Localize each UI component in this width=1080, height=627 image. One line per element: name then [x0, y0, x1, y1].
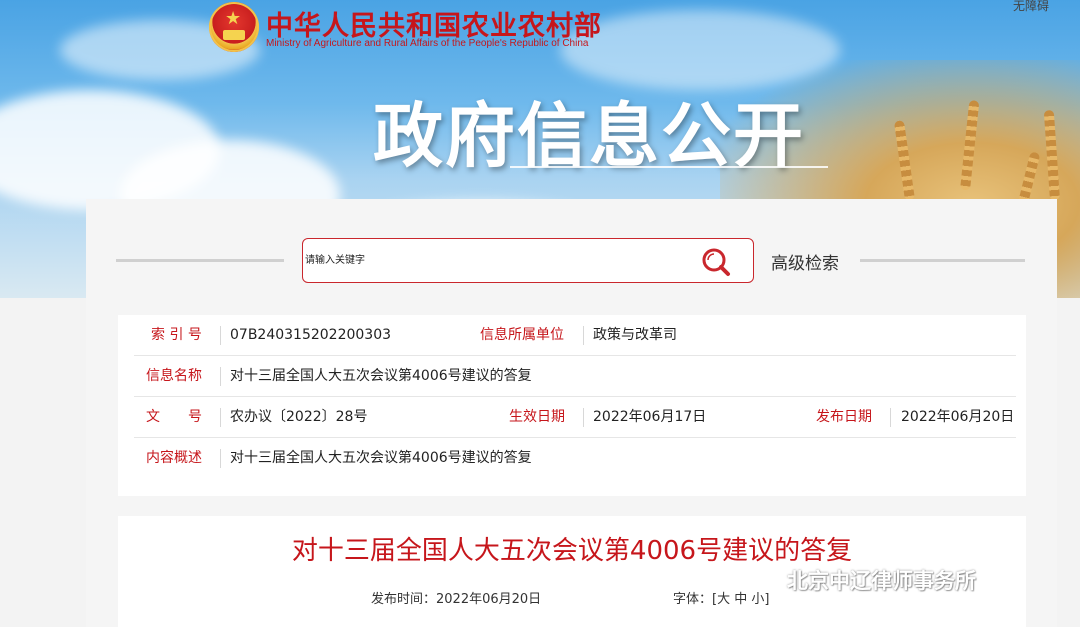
ministry-name-en: Ministry of Agriculture and Rural Affair…: [266, 38, 589, 49]
publish-date-value: 2022年06月20日: [901, 409, 1015, 425]
unit-label: 信息所属单位: [480, 327, 564, 343]
divider-line: [860, 259, 1025, 262]
cell-separator: [583, 326, 584, 345]
cell-separator: [220, 367, 221, 386]
summary-label: 内容概述: [146, 450, 202, 466]
name-value: 对十三届全国人大五次会议第4006号建议的答复: [230, 368, 532, 384]
cell-separator: [220, 326, 221, 345]
index-label: 索 引 号: [151, 327, 202, 343]
article-title: 对十三届全国人大五次会议第4006号建议的答复: [291, 536, 853, 566]
cell-separator: [220, 449, 221, 468]
info-row: 信息名称 对十三届全国人大五次会议第4006号建议的答复: [134, 356, 1016, 397]
wechat-icon: [757, 570, 783, 589]
font-size-control: 字体：[大 中 小]: [673, 588, 769, 607]
search-box: [302, 238, 754, 283]
hero-underline: [510, 166, 828, 168]
doc-number-label: 文 号: [146, 409, 202, 425]
publish-date-label: 发布日期: [816, 409, 872, 425]
doc-number-value: 农办议〔2022〕28号: [230, 409, 368, 425]
cell-separator: [583, 408, 584, 427]
font-large-button[interactable]: 大: [717, 592, 730, 607]
summary-value: 对十三届全国人大五次会议第4006号建议的答复: [230, 450, 532, 466]
effective-date-value: 2022年06月17日: [593, 409, 707, 425]
publish-time: 发布时间：2022年06月20日: [371, 592, 542, 607]
unit-value: 政策与改革司: [593, 327, 677, 343]
name-label: 信息名称: [146, 368, 202, 384]
cell-separator: [220, 408, 221, 427]
font-medium-button[interactable]: 中: [734, 592, 747, 607]
accessibility-link[interactable]: 无障碍: [1013, 0, 1049, 14]
cell-separator: [890, 408, 891, 427]
index-value: 07B240315202200303: [230, 327, 392, 343]
effective-date-label: 生效日期: [509, 409, 565, 425]
info-row: 索 引 号 07B240315202200303 信息所属单位 政策与改革司: [134, 315, 1016, 356]
info-row: 文 号 农办议〔2022〕28号 生效日期 2022年06月17日 发布日期 2…: [134, 397, 1016, 438]
info-row: 内容概述 对十三届全国人大五次会议第4006号建议的答复: [134, 438, 1016, 479]
font-size-label: 字体：[: [673, 592, 718, 607]
search-icon[interactable]: [699, 247, 735, 277]
watermark-text: 北京中辽律师事务所: [787, 569, 976, 593]
search-input[interactable]: [303, 239, 693, 281]
advanced-search-link[interactable]: 高级检索: [771, 249, 839, 274]
watermark: 北京中辽律师事务所: [757, 565, 976, 595]
info-table: 索 引 号 07B240315202200303 信息所属单位 政策与改革司 信…: [118, 315, 1026, 496]
national-emblem-logo[interactable]: [209, 2, 259, 52]
divider-line: [116, 259, 284, 262]
